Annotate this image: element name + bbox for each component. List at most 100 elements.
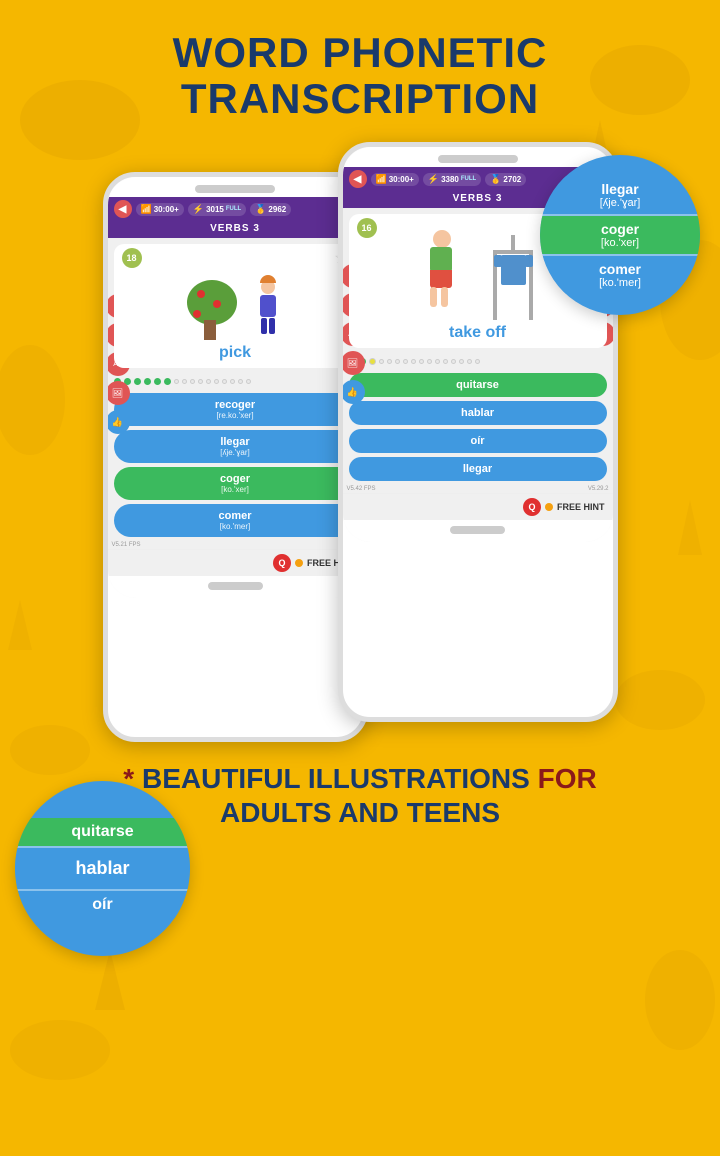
answer-word-right-2: hablar [359,407,597,419]
dot-15 [238,379,243,384]
answer-left-3[interactable]: coger [ko.'xer] [114,467,357,500]
progress-dots-right [343,354,613,369]
stat-coins-right: 🥇 2702 [485,173,526,186]
callout-item-right-3: comer [ko.'mer] [540,256,700,294]
callout-phonetic-right-3: [ko.'mer] [540,277,700,289]
hint-dot-left [295,559,303,567]
person-legs-left [253,318,283,334]
person-leg-left-1 [261,318,267,334]
callout-circle-right: llegar [ʎje.'ɣar] coger [ko.'xer] comer … [540,155,700,315]
answer-right-2[interactable]: hablar [349,401,607,425]
lesson-label-right: VERBS 3 [453,193,503,204]
dot-14 [230,379,235,384]
rack-bar-h [493,250,533,254]
answer-word-right-3: oír [359,435,597,447]
home-button-left[interactable] [208,582,263,590]
dot-r-14 [459,359,464,364]
phone-left-header: ◀ 📶 30:00+ ⚡ 3015 FULL 🥇 2962 [108,197,363,221]
person-r-leg-1 [430,287,437,307]
shirt-on-rack [501,255,526,285]
dot-r-4 [379,359,384,364]
answer-left-2[interactable]: llegar [ʎje.'ɣar] [114,430,357,463]
hint-text-right[interactable]: FREE HINT [557,502,605,512]
dot-r-12 [443,359,448,364]
back-icon-right: ◀ [354,174,362,185]
phone-left-top [108,177,363,197]
card-word-right: take off [449,324,506,342]
image-btn-left[interactable]: 🖼 [108,381,130,405]
person-head-left [261,280,275,294]
back-icon-left: ◀ [119,204,127,215]
dot-r-16 [475,359,480,364]
stat-time-left: 📶 30:00+ [136,203,184,216]
dot-9 [190,379,195,384]
image-btn-right[interactable]: 🖼 [343,351,365,375]
person-r-leg-2 [441,287,448,307]
fps-version-right: V5.42 FPS V5.29.2 [343,485,613,493]
wifi-icon-right: 📶 [376,174,387,185]
coin-icon-right: 🥇 [490,174,501,185]
phone-right-top [343,147,613,167]
lightning-icon-left: ⚡ [193,204,204,215]
phone-left-notch [195,185,275,193]
dot-r-9 [419,359,424,364]
person-body-left [260,295,276,317]
dot-4 [144,378,151,385]
dot-11 [206,379,211,384]
answer-word-left-2: llegar [124,436,347,448]
person-leg-left-2 [269,318,275,334]
phone-left-inner: ◀ 📶 30:00+ ⚡ 3015 FULL 🥇 2962 VERBS [108,177,363,598]
version-right: V5.29.2 [584,485,613,493]
answer-word-left-4: comer [124,510,347,522]
callout-phonetic-right-1: [ʎje.'ɣar] [540,197,700,209]
fps-left: V5.21 FPS [108,541,145,549]
rack-top [511,235,515,250]
dot-r-3 [369,358,376,365]
stat-time-right: 📶 30:00+ [371,173,419,186]
phone-right-bottom [343,520,613,542]
card-image-left [185,260,285,340]
lightning-icon-right: ⚡ [428,174,439,185]
card-badge-right: 16 [357,218,377,238]
stat-points-right: ⚡ 3380 FULL [423,173,481,186]
dot-8 [182,379,187,384]
thumb-btn-right[interactable]: 👍 [343,380,365,404]
hint-dot-right [545,503,553,511]
person-r-body [430,247,452,272]
dot-r-8 [411,359,416,364]
answer-left-4[interactable]: comer [ko.'mer] [114,504,357,537]
lesson-label-left: VERBS 3 [210,223,260,234]
main-title: WORD PHONETIC TRANSCRIPTION [0,0,720,122]
answer-right-1[interactable]: quitarse [349,373,607,397]
fps-right: V5.42 FPS [343,485,380,493]
callout-item-right-2: coger [ko.'xer] [540,216,700,254]
tree-leaves [187,280,237,325]
person-r-shorts [430,270,452,288]
bottom-for: FOR [538,763,597,794]
answer-phonetic-left-4: [ko.'mer] [124,522,347,531]
answer-right-4[interactable]: llegar [349,457,607,481]
full-label-left: FULL [226,206,241,212]
answer-options-left: recoger [re.ko.'xer] llegar [ʎje.'ɣar] c… [108,389,363,541]
coin-icon-left: 🥇 [255,204,266,215]
back-button-right[interactable]: ◀ [349,170,367,188]
person-r-legs [430,287,448,307]
home-button-right[interactable] [450,526,505,534]
person-picking [253,280,283,340]
answer-word-right-1: quitarse [359,379,597,391]
answer-left-1[interactable]: recoger [re.ko.'xer] [114,393,357,426]
callout-phonetic-right-2: [ko.'xer] [540,237,700,249]
dot-12 [214,379,219,384]
answer-right-3[interactable]: oír [349,429,607,453]
hint-icon-left: Q [273,554,291,572]
dot-r-13 [451,359,456,364]
person-hat-left [260,275,276,283]
back-button-left[interactable]: ◀ [114,200,132,218]
points-value-right: 3380 [441,175,459,184]
coins-value-right: 2702 [503,175,521,184]
callout-circle-left: quitarse hablar oír [15,781,190,956]
answer-phonetic-left-2: [ʎje.'ɣar] [124,448,347,457]
answer-phonetic-left-3: [ko.'xer] [124,485,347,494]
bottom-text-1: BEAUTIFUL ILLUSTRATIONS [142,763,538,794]
dot-r-11 [435,359,440,364]
